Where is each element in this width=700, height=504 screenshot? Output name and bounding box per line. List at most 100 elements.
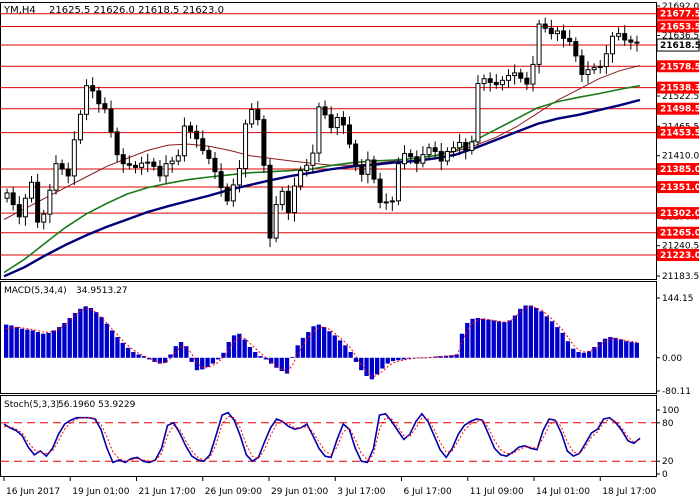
candle-body xyxy=(420,154,426,164)
candle-body xyxy=(59,163,65,170)
candle-body xyxy=(22,197,28,218)
macd-bar xyxy=(534,308,539,358)
candle-body xyxy=(304,164,310,172)
trading-chart-window[interactable]: 21692.021636.521579.521522.521465.521410… xyxy=(0,0,700,500)
candle-body xyxy=(53,163,59,191)
price-axis: 21692.021636.521579.521522.521465.521410… xyxy=(656,2,700,282)
candle-body xyxy=(609,35,615,55)
macd-bar xyxy=(136,354,141,358)
candle-body xyxy=(41,213,47,223)
macd-bar xyxy=(327,331,332,358)
candle-body xyxy=(585,69,591,75)
candle-body xyxy=(408,153,414,158)
level-label: 21653.5 xyxy=(660,22,700,32)
macd-bar xyxy=(19,328,25,358)
time-axis-label: 29 Jun 01:00 xyxy=(271,487,328,497)
macd-bar xyxy=(258,356,263,358)
candle-body xyxy=(273,204,279,239)
macd-bar xyxy=(613,337,618,358)
level-label: 21578.5 xyxy=(660,62,700,72)
candle-body xyxy=(359,164,365,175)
macd-bar xyxy=(35,332,41,358)
candle-body xyxy=(151,161,157,167)
candle-body xyxy=(353,143,359,166)
macd-bar xyxy=(581,352,586,358)
candle-body xyxy=(444,150,450,162)
current-price-label: 21618.5 xyxy=(660,41,700,51)
candle-body xyxy=(518,72,524,79)
candle-body xyxy=(481,78,487,85)
candle-body xyxy=(65,168,71,177)
candle-body xyxy=(512,72,518,77)
macd-bar xyxy=(401,357,406,360)
candle-body xyxy=(567,37,573,43)
macd-bar xyxy=(226,342,231,358)
time-axis-label: 26 Jun 09:00 xyxy=(205,487,262,497)
candle-body xyxy=(616,33,622,37)
macd-bar xyxy=(587,351,592,358)
macd-bar xyxy=(549,321,555,358)
candle-body xyxy=(371,159,377,180)
macd-bar xyxy=(67,317,72,358)
macd-bar xyxy=(629,342,634,358)
level-label: 21677.5 xyxy=(660,10,700,20)
macd-bar xyxy=(300,337,306,358)
level-label: 21265.0 xyxy=(660,229,700,239)
candle-body xyxy=(163,163,169,177)
macd-bar xyxy=(539,311,544,358)
macd-bar xyxy=(618,339,624,358)
candle-body xyxy=(218,171,224,189)
macd-bar xyxy=(51,330,56,358)
candle-body xyxy=(267,164,273,239)
macd-bar xyxy=(634,342,639,358)
macd-bar xyxy=(560,332,565,358)
candle-body xyxy=(255,109,261,121)
stoch-axis-label: 20 xyxy=(662,457,674,467)
candle-body xyxy=(291,185,297,214)
candle-body xyxy=(377,178,383,203)
macd-axis-label: 144.15 xyxy=(662,294,694,304)
macd-bar xyxy=(194,357,200,371)
macd-bar xyxy=(115,337,120,358)
candle-body xyxy=(261,119,267,166)
candle-body xyxy=(432,147,438,152)
candle-body xyxy=(334,117,340,129)
candle-body xyxy=(114,131,120,156)
macd-bar xyxy=(4,324,9,358)
time-axis-label: 19 Jun 01:00 xyxy=(72,487,129,497)
time-axis-label: 14 Jul 01:00 xyxy=(536,487,590,497)
macd-bar xyxy=(99,317,104,358)
macd-bar xyxy=(523,305,528,358)
macd-bar xyxy=(253,351,258,358)
candle-body xyxy=(365,159,371,175)
symbol-label: YM,H4 xyxy=(3,5,36,16)
macd-axis-label: 0.00 xyxy=(662,354,682,364)
price-panel-border xyxy=(0,2,657,280)
candle-body xyxy=(230,184,236,202)
macd-bar xyxy=(507,320,512,358)
candle-body xyxy=(35,181,41,223)
macd-bar xyxy=(57,327,62,358)
candle-body xyxy=(71,139,77,177)
time-axis-label: 6 Jul 17:00 xyxy=(404,487,453,497)
stoch-title: Stoch(5,3,3) xyxy=(4,400,59,410)
macd-bar xyxy=(470,318,475,358)
macd-bar xyxy=(231,335,237,358)
chart-canvas[interactable]: 21692.021636.521579.521522.521465.521410… xyxy=(0,0,700,500)
candle-body xyxy=(236,167,242,186)
candle-body xyxy=(591,67,597,71)
candle-body xyxy=(506,75,512,81)
candle-body xyxy=(548,27,554,35)
macd-bar xyxy=(544,316,549,358)
macd-bar xyxy=(576,351,581,358)
candle-body xyxy=(536,23,542,65)
macd-bar xyxy=(25,329,30,358)
candle-body xyxy=(194,130,200,140)
candle-body xyxy=(224,187,230,202)
stoch-values: 56.1960 53.9229 xyxy=(58,400,136,410)
candle-body xyxy=(181,125,187,157)
macd-bar xyxy=(104,323,109,358)
macd-bar xyxy=(380,357,385,369)
candle-body xyxy=(597,66,603,69)
macd-bar xyxy=(475,317,480,358)
